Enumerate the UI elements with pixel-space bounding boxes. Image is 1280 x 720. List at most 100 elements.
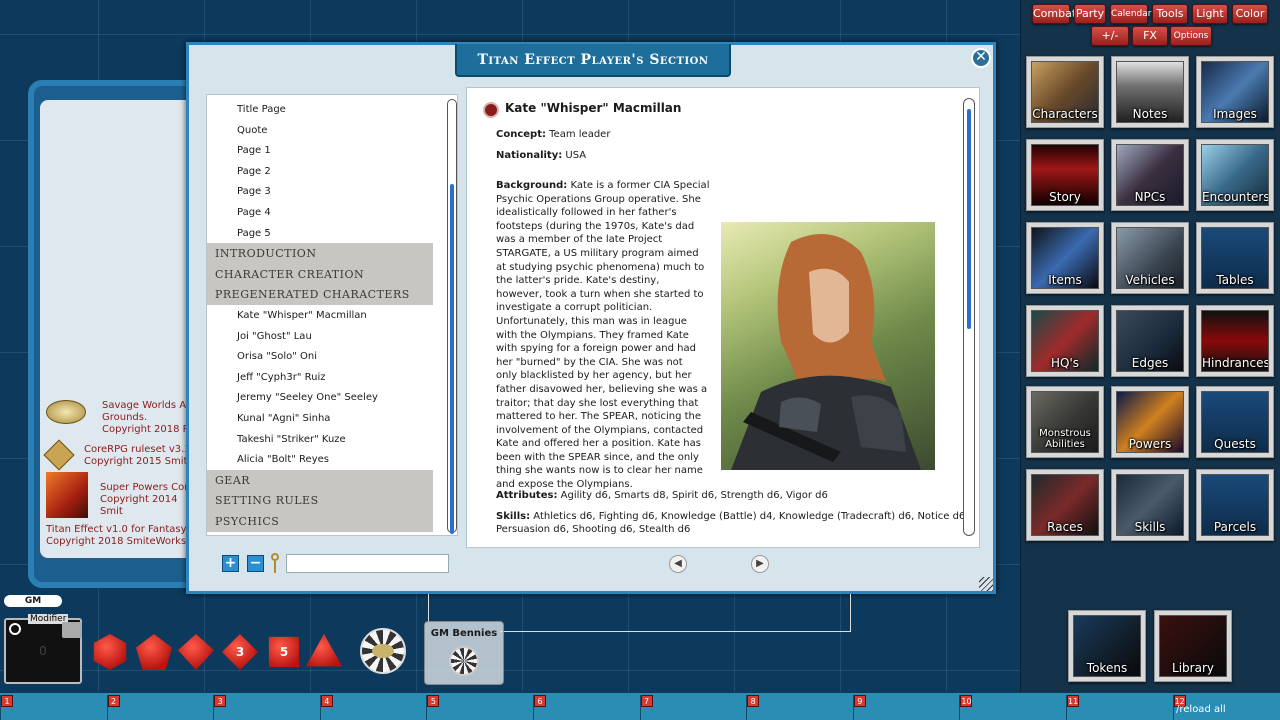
- menu-button-plus-minus[interactable]: +/-: [1091, 26, 1129, 46]
- tile-tokens[interactable]: Tokens: [1068, 610, 1146, 682]
- hotkey-slot[interactable]: 3: [213, 695, 319, 720]
- menu-button-fx[interactable]: FX: [1132, 26, 1168, 46]
- tile-label: Characters: [1032, 107, 1098, 121]
- list-item[interactable]: Kunal "Agni" Sinha: [207, 408, 433, 429]
- reload-command[interactable]: /reload all: [1176, 704, 1226, 715]
- tile-label: Parcels: [1213, 520, 1257, 534]
- list-section-header[interactable]: PSYCHICS: [207, 511, 433, 532]
- menu-button-light[interactable]: Light: [1192, 4, 1228, 24]
- list-item[interactable]: Page 5: [207, 223, 433, 244]
- hotkey-slot[interactable]: 7: [639, 695, 746, 720]
- menu-button-calendar[interactable]: Calendar: [1110, 4, 1151, 24]
- die-d6[interactable]: 5: [268, 636, 300, 668]
- tile-art: Quests: [1201, 391, 1269, 453]
- hotkey-slot[interactable]: 1: [0, 695, 106, 720]
- menu-button-combat[interactable]: Combat: [1032, 4, 1076, 24]
- hotkey-slot[interactable]: 4: [319, 695, 426, 720]
- menu-button-tools[interactable]: Tools: [1152, 4, 1188, 24]
- list-item[interactable]: Page 3: [207, 181, 433, 202]
- list-item[interactable]: Kate "Whisper" Macmillan: [207, 305, 433, 326]
- hotkey-slot[interactable]: 5: [426, 695, 532, 720]
- tile-monstrous-abilities[interactable]: Monstrous Abilities: [1026, 386, 1104, 458]
- chat-line: Copyright 2018 SmiteWorks U: [46, 536, 197, 547]
- gm-bennies[interactable]: GM Bennies: [424, 621, 504, 685]
- resize-handle[interactable]: [979, 577, 993, 591]
- tile-tables[interactable]: Tables: [1196, 222, 1274, 294]
- menu-button-color[interactable]: Color: [1232, 4, 1268, 24]
- tile-npcs[interactable]: NPCs: [1111, 139, 1189, 211]
- hotkey-slot[interactable]: 8: [746, 695, 852, 720]
- die-d12[interactable]: [136, 634, 172, 670]
- list-scrollbar[interactable]: [447, 99, 457, 534]
- remove-button[interactable]: −: [247, 555, 264, 572]
- die-d20[interactable]: [93, 634, 127, 670]
- hotkey-slot[interactable]: 11: [1066, 695, 1172, 720]
- hotkey-number: 1: [1, 695, 13, 707]
- list-section-header[interactable]: CHARACTER CREATION: [207, 263, 433, 285]
- hotkey-number: 2: [107, 695, 120, 707]
- list-item[interactable]: Page 1: [207, 140, 433, 161]
- gear-icon[interactable]: [9, 623, 21, 635]
- tile-vehicles[interactable]: Vehicles: [1111, 222, 1189, 294]
- modifier-box[interactable]: Modifier 0: [4, 614, 82, 684]
- list-section-header[interactable]: INTRODUCTION: [207, 243, 433, 265]
- add-button[interactable]: +: [222, 555, 239, 572]
- menu-button-options[interactable]: Options: [1170, 26, 1212, 46]
- hotkey-slot[interactable]: 10: [959, 695, 1065, 720]
- tile-encounters[interactable]: Encounters: [1196, 139, 1274, 211]
- tile-label: Hindrances: [1202, 356, 1269, 370]
- tile-hindrances[interactable]: Hindrances: [1196, 305, 1274, 377]
- list-item[interactable]: Takeshi "Striker" Kuze: [207, 429, 433, 450]
- tile-art: Characters: [1031, 61, 1099, 123]
- list-section-header[interactable]: PREGENERATED CHARACTERS: [207, 284, 433, 306]
- list-item[interactable]: Alicia "Bolt" Reyes: [207, 449, 433, 470]
- tile-art: HQ's: [1031, 310, 1099, 372]
- list-item[interactable]: Jeremy "Seeley One" Seeley: [207, 387, 433, 408]
- list-scroll-thumb[interactable]: [450, 184, 454, 534]
- list-item[interactable]: Page 2: [207, 161, 433, 182]
- list-section-header[interactable]: GEAR: [207, 469, 433, 491]
- list-item[interactable]: Page 4: [207, 202, 433, 223]
- tile-library[interactable]: Library: [1154, 610, 1232, 682]
- die-d4[interactable]: [306, 634, 342, 667]
- story-window: Titan Effect Player's Section ✕ Title Pa…: [186, 42, 996, 594]
- menu-button-party[interactable]: Party: [1074, 4, 1106, 24]
- tile-art: Parcels: [1201, 474, 1269, 536]
- content-scrollbar[interactable]: [963, 98, 975, 536]
- tile-images[interactable]: Images: [1196, 56, 1274, 128]
- filter-input[interactable]: [286, 554, 449, 573]
- tile-quests[interactable]: Quests: [1196, 386, 1274, 458]
- chat-log[interactable]: Savage Worlds Adv Grounds. Copyright 2018 …: [40, 100, 202, 558]
- tile-skills[interactable]: Skills: [1111, 469, 1189, 541]
- next-page-button[interactable]: ▶: [751, 555, 769, 573]
- list-item[interactable]: Quote: [207, 120, 433, 141]
- close-button[interactable]: ✕: [971, 48, 991, 68]
- list-item[interactable]: Jeff "Cyph3r" Ruiz: [207, 367, 433, 388]
- gm-tag: GM: [4, 595, 62, 607]
- tile-races[interactable]: Races: [1026, 469, 1104, 541]
- tile-story[interactable]: Story: [1026, 139, 1104, 211]
- tile-notes[interactable]: Notes: [1111, 56, 1189, 128]
- die-d10[interactable]: [178, 634, 214, 670]
- tile-label: Encounters: [1202, 190, 1269, 204]
- hotkey-slot[interactable]: 9: [852, 695, 959, 720]
- list-section-header[interactable]: SETTING RULES: [207, 490, 433, 512]
- tile-characters[interactable]: Characters: [1026, 56, 1104, 128]
- tile-parcels[interactable]: Parcels: [1196, 469, 1274, 541]
- benny-chip[interactable]: [360, 628, 406, 674]
- die-d8[interactable]: 3: [222, 634, 258, 670]
- hotkey-slot[interactable]: 2: [106, 695, 213, 720]
- hotkey-slot[interactable]: 6: [533, 695, 639, 720]
- tile-label: Notes: [1132, 107, 1168, 121]
- tile-powers[interactable]: Powers: [1111, 386, 1189, 458]
- list-item[interactable]: Joi "Ghost" Lau: [207, 326, 433, 347]
- tile-edges[interactable]: Edges: [1111, 305, 1189, 377]
- tile-hq-s[interactable]: HQ's: [1026, 305, 1104, 377]
- prev-page-button[interactable]: ◀: [669, 555, 687, 573]
- content-scroll-thumb[interactable]: [967, 109, 971, 329]
- list-item[interactable]: Orisa "Solo" Oni: [207, 346, 433, 367]
- list-item[interactable]: Title Page: [207, 99, 433, 120]
- tile-items[interactable]: Items: [1026, 222, 1104, 294]
- hotkey-number: 6: [534, 695, 546, 707]
- tile-label: Items: [1048, 273, 1082, 287]
